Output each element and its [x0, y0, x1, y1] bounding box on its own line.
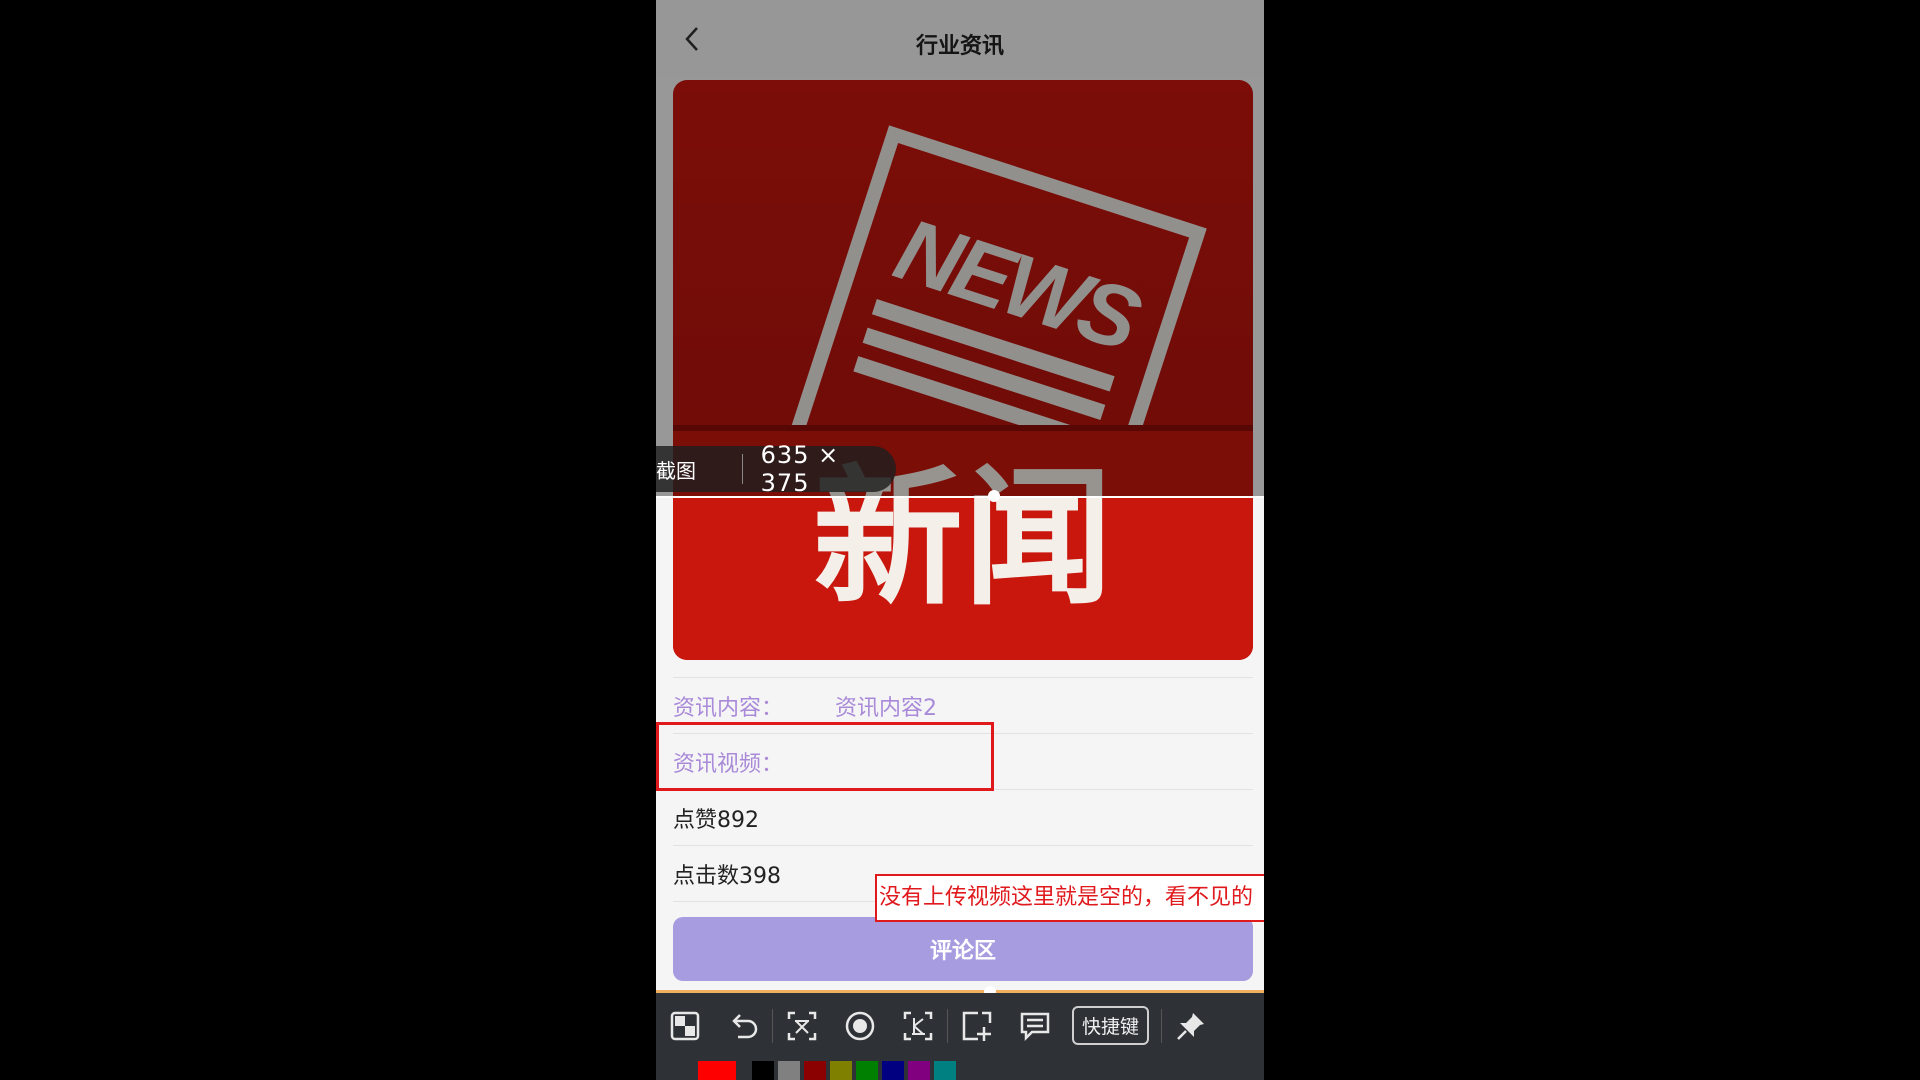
- color-swatch[interactable]: [856, 1061, 878, 1080]
- current-color-swatch[interactable]: [698, 1061, 736, 1080]
- selection-edge: [656, 496, 1264, 498]
- clicks-count: 点击数398: [673, 863, 781, 889]
- highlight-rectangle[interactable]: [656, 722, 994, 791]
- page-title: 行业资讯: [915, 34, 1004, 59]
- color-palette: [656, 1058, 1264, 1080]
- screenshot-toolbar: 快捷键: [656, 993, 1264, 1058]
- color-swatch[interactable]: [752, 1061, 774, 1080]
- capture-label: 截图: [656, 458, 696, 483]
- content-label: 资讯内容：: [673, 695, 784, 721]
- phone-screen: 行业资讯 NEWS 新闻 资讯内容： 资讯内容2 资讯视频： 点赞892 点击数…: [656, 0, 1264, 1080]
- color-swatch[interactable]: [934, 1061, 956, 1080]
- comment-tool[interactable]: [1006, 993, 1064, 1058]
- record-tool[interactable]: [831, 993, 889, 1058]
- content-value: 资讯内容2: [835, 695, 938, 721]
- tooltip-divider: [741, 454, 743, 484]
- mosaic-icon: [670, 1011, 700, 1040]
- app-bar: 行业资讯: [656, 0, 1264, 78]
- undo-tool[interactable]: [714, 993, 772, 1058]
- comment-section-button[interactable]: 评论区: [673, 917, 1253, 981]
- likes-row: 点赞892: [673, 789, 1253, 845]
- undo-icon: [732, 1013, 758, 1038]
- news-cover-image[interactable]: NEWS 新闻: [673, 80, 1253, 660]
- shortcut-button[interactable]: 快捷键: [1072, 1006, 1150, 1045]
- color-swatch[interactable]: [882, 1061, 904, 1080]
- record-icon: [845, 1011, 875, 1040]
- text-recognition-icon: [787, 1011, 817, 1040]
- long-screenshot-icon: [903, 1011, 933, 1040]
- pin-tool[interactable]: [1162, 993, 1220, 1058]
- likes-count: 点赞892: [673, 807, 759, 833]
- color-swatch[interactable]: [778, 1061, 800, 1080]
- capture-size-tooltip: 截图 635 × 375: [656, 441, 896, 497]
- long-screenshot-tool[interactable]: [889, 993, 947, 1058]
- message-icon: [1020, 1012, 1050, 1041]
- color-swatch[interactable]: [804, 1061, 826, 1080]
- resize-handle-top[interactable]: [988, 490, 1000, 502]
- annotation-text[interactable]: 没有上传视频这里就是空的，看不见的: [875, 874, 1264, 922]
- ocr-tool[interactable]: [773, 993, 831, 1058]
- pin-new-tool[interactable]: [948, 993, 1006, 1058]
- color-swatch[interactable]: [908, 1061, 930, 1080]
- add-frame-icon: [962, 1011, 992, 1041]
- mosaic-tool[interactable]: [656, 993, 714, 1058]
- color-swatch[interactable]: [830, 1061, 852, 1080]
- pin-icon: [1177, 1012, 1205, 1040]
- capture-size: 635 × 375: [760, 441, 840, 497]
